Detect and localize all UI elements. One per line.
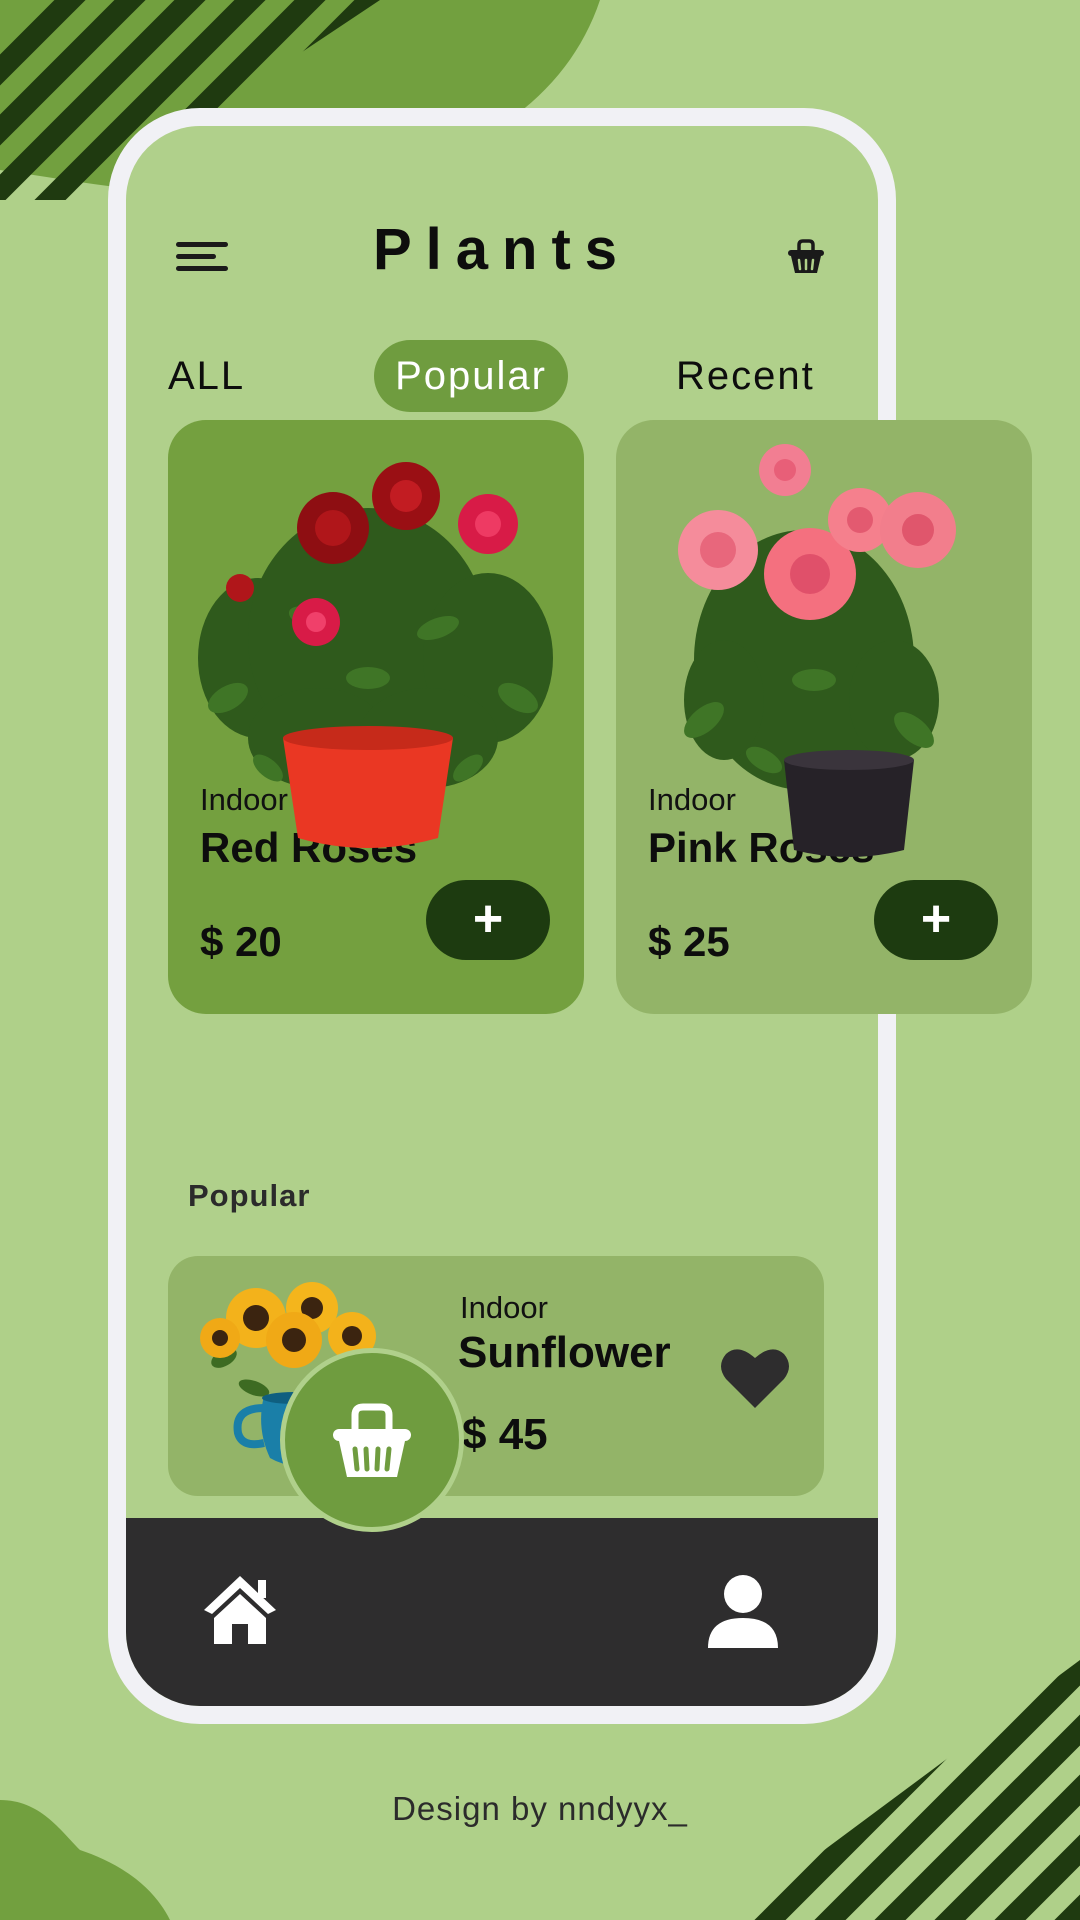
pink-roses-image xyxy=(678,444,956,857)
top-bar: Plants xyxy=(126,216,878,296)
popular-item-name: Sunflower xyxy=(458,1328,671,1377)
heart-icon[interactable] xyxy=(720,1346,790,1410)
basket-icon[interactable] xyxy=(786,236,826,276)
cart-button[interactable] xyxy=(280,1348,464,1532)
add-to-cart-button[interactable]: + xyxy=(426,880,550,960)
product-price: $ 25 xyxy=(648,918,730,965)
popular-item-price: $ 45 xyxy=(462,1410,548,1459)
add-to-cart-button[interactable]: + xyxy=(874,880,998,960)
tab-popular[interactable]: Popular xyxy=(374,340,568,412)
bottom-navigation xyxy=(126,1518,878,1706)
product-price: $ 20 xyxy=(200,918,282,965)
home-icon[interactable] xyxy=(202,1572,278,1646)
popular-section-title: Popular xyxy=(188,1178,311,1213)
tab-recent[interactable]: Recent xyxy=(676,340,815,412)
tab-all[interactable]: ALL xyxy=(168,340,245,412)
page-title: Plants xyxy=(372,217,632,282)
popular-item-card[interactable]: Indoor Sunflower $ 45 xyxy=(168,1256,824,1496)
red-roses-image xyxy=(198,462,553,848)
category-tabs: ALL Popular Recent xyxy=(126,340,878,412)
basket-icon xyxy=(333,1403,411,1477)
user-icon[interactable] xyxy=(706,1574,780,1648)
popular-item-category: Indoor xyxy=(460,1290,548,1325)
designer-credit: Design by nndyyx_ xyxy=(392,1790,688,1827)
